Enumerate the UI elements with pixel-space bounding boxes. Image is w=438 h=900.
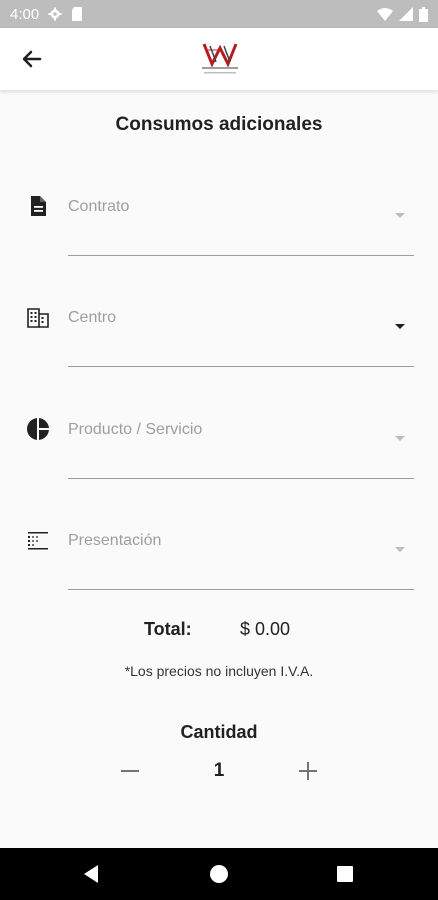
minus-icon[interactable] [118,758,142,784]
battery-icon [419,6,428,22]
presentacion-label: Presentación [68,532,162,549]
total-value: $ 0.00 [240,619,291,639]
plus-icon[interactable] [296,758,320,784]
page-title: Consumos adicionales [115,114,323,135]
centro-label: Centro [68,309,117,326]
presentacion-dropdown[interactable]: Presentación [0,526,438,616]
producto-servicio-label: Producto / Servicio [68,421,203,438]
total-label: Total: [144,619,192,639]
quantity-value: 1 [213,760,225,781]
nav-back-icon[interactable] [80,862,104,886]
status-bar: 4:00 [0,0,438,28]
app-bar [0,28,438,90]
brand-logo [202,43,238,74]
signal-icon [399,7,413,21]
grid-list-icon [28,532,48,550]
sd-card-icon [72,7,83,21]
wifi-icon [377,8,393,21]
system-nav-bar [0,848,438,900]
nav-recents-icon[interactable] [333,862,357,886]
tax-note: *Los precios no incluyen I.V.A. [124,663,314,679]
field-underline [68,255,414,256]
dropdown-arrow-icon[interactable] [394,546,406,554]
dropdown-arrow-icon[interactable] [394,435,406,443]
building-icon [27,308,49,328]
producto-servicio-dropdown[interactable]: Producto / Servicio [0,415,438,505]
nav-home-icon[interactable] [207,862,231,886]
total-row: Total: $ 0.00 [0,619,438,643]
quantity-stepper: 1 [0,758,438,788]
dropdown-arrow-icon[interactable] [394,323,406,331]
contrato-label: Contrato [68,198,130,215]
dropdown-arrow-icon[interactable] [394,212,406,220]
field-underline [68,478,414,479]
field-underline [68,366,414,367]
field-underline [68,589,414,590]
contrato-dropdown[interactable]: Contrato [0,192,438,282]
quantity-title: Cantidad [180,722,258,742]
centro-dropdown[interactable]: Centro [0,303,438,393]
settings-icon [48,7,62,21]
status-time: 4:00 [10,5,40,23]
document-icon [31,196,46,216]
pie-chart-icon [27,418,49,440]
arrow-back-icon[interactable] [18,45,46,73]
